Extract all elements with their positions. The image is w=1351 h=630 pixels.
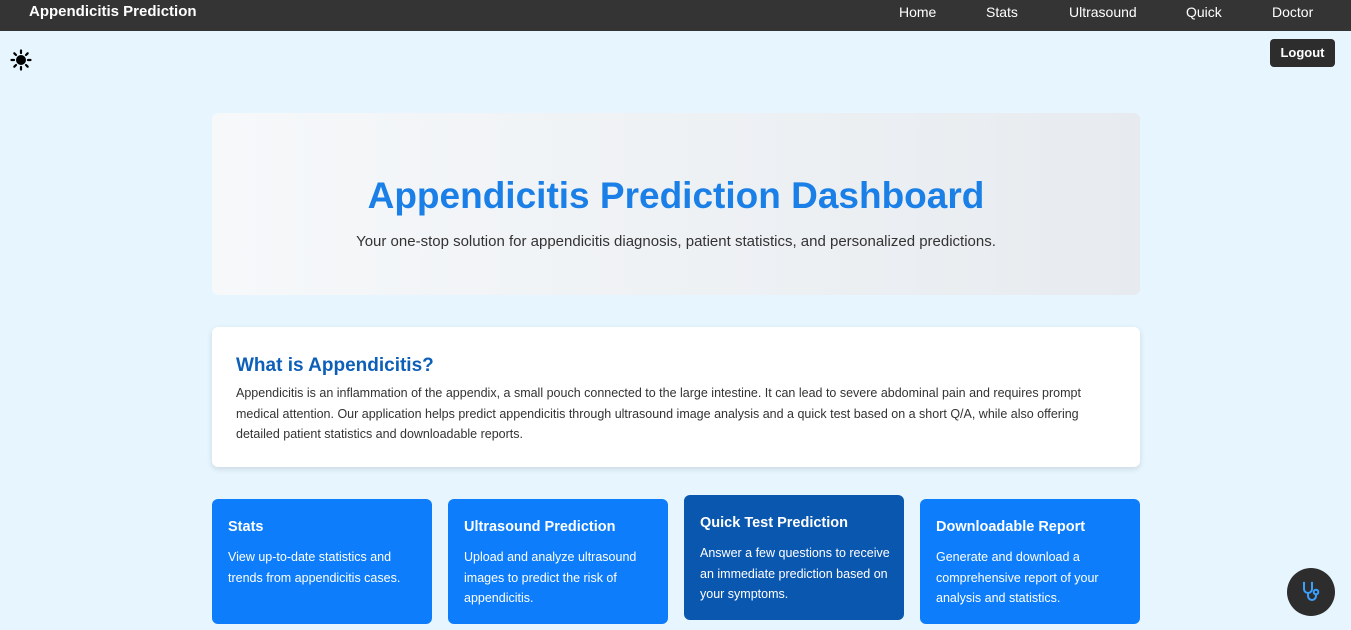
card-title: Downloadable Report (936, 519, 1086, 535)
card-title: Stats (228, 519, 264, 535)
card-description: Answer a few questions to receive an imm… (700, 546, 890, 601)
card-stats[interactable]: Stats View up-to-date statistics and tre… (212, 499, 432, 624)
doctor-chat-button[interactable] (1287, 568, 1335, 616)
stethoscope-icon (1302, 581, 1320, 601)
card-quick-test-prediction[interactable]: Quick Test Prediction Answer a few quest… (684, 495, 904, 620)
card-downloadable-report[interactable]: Downloadable Report Generate and downloa… (920, 499, 1140, 624)
nav-link-doctor[interactable]: Doctor (1272, 4, 1313, 20)
page-title: Appendicitis Prediction Dashboard (367, 175, 985, 216)
card-title: Ultrasound Prediction (464, 519, 616, 535)
about-section: What is Appendicitis? Appendicitis is an… (212, 327, 1140, 467)
brand-title[interactable]: Appendicitis Prediction (29, 4, 197, 20)
card-ultrasound-prediction[interactable]: Ultrasound Prediction Upload and analyze… (448, 499, 668, 624)
nav-link-quick[interactable]: Quick (1186, 4, 1222, 20)
hero-subtitle: Your one-stop solution for appendicitis … (356, 233, 996, 250)
about-body: Appendicitis is an inflammation of the a… (236, 386, 1081, 441)
nav-link-stats[interactable]: Stats (986, 4, 1018, 20)
logout-button[interactable]: Logout (1270, 39, 1335, 67)
nav-link-ultrasound[interactable]: Ultrasound (1069, 4, 1137, 20)
card-description: Upload and analyze ultrasound images to … (464, 550, 637, 605)
card-title: Quick Test Prediction (700, 515, 848, 531)
about-title: What is Appendicitis? (236, 355, 434, 376)
card-description: View up-to-date statistics and trends fr… (228, 550, 401, 585)
nav-link-home[interactable]: Home (899, 4, 936, 20)
card-description: Generate and download a comprehensive re… (936, 550, 1099, 605)
hero-banner: Appendicitis Prediction Dashboard Your o… (212, 113, 1140, 295)
sun-icon[interactable] (10, 49, 32, 71)
top-navbar: Appendicitis Prediction Home Stats Ultra… (0, 0, 1351, 31)
